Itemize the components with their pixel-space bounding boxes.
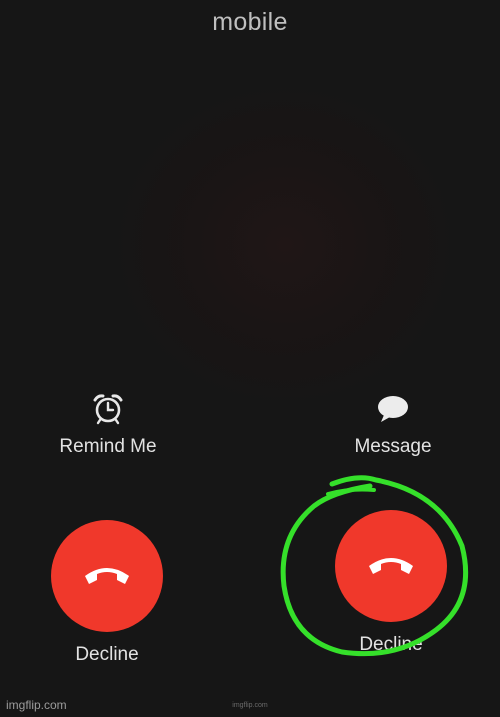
remind-me-label: Remind Me (59, 436, 157, 457)
decline-label: Decline (359, 634, 423, 655)
decline-button-left[interactable]: Decline (32, 520, 182, 666)
decline-circle[interactable] (51, 520, 163, 632)
caller-label: mobile (212, 8, 288, 36)
incoming-call-screen: mobile Remind Me Message Decline Decline… (0, 0, 500, 717)
credit-text: imgflip.com (232, 702, 268, 709)
message-label: Message (354, 436, 432, 457)
decline-circle[interactable] (335, 510, 447, 622)
message-button[interactable]: Message (318, 392, 468, 458)
speech-bubble-icon (376, 392, 410, 426)
phone-hangup-icon (85, 568, 129, 584)
contact-photo-area (110, 80, 460, 410)
decline-label: Decline (75, 644, 139, 665)
phone-hangup-icon (369, 558, 413, 574)
remind-me-button[interactable]: Remind Me (33, 392, 183, 458)
decline-button-right[interactable]: Decline (316, 510, 466, 656)
alarm-clock-icon (91, 392, 125, 426)
